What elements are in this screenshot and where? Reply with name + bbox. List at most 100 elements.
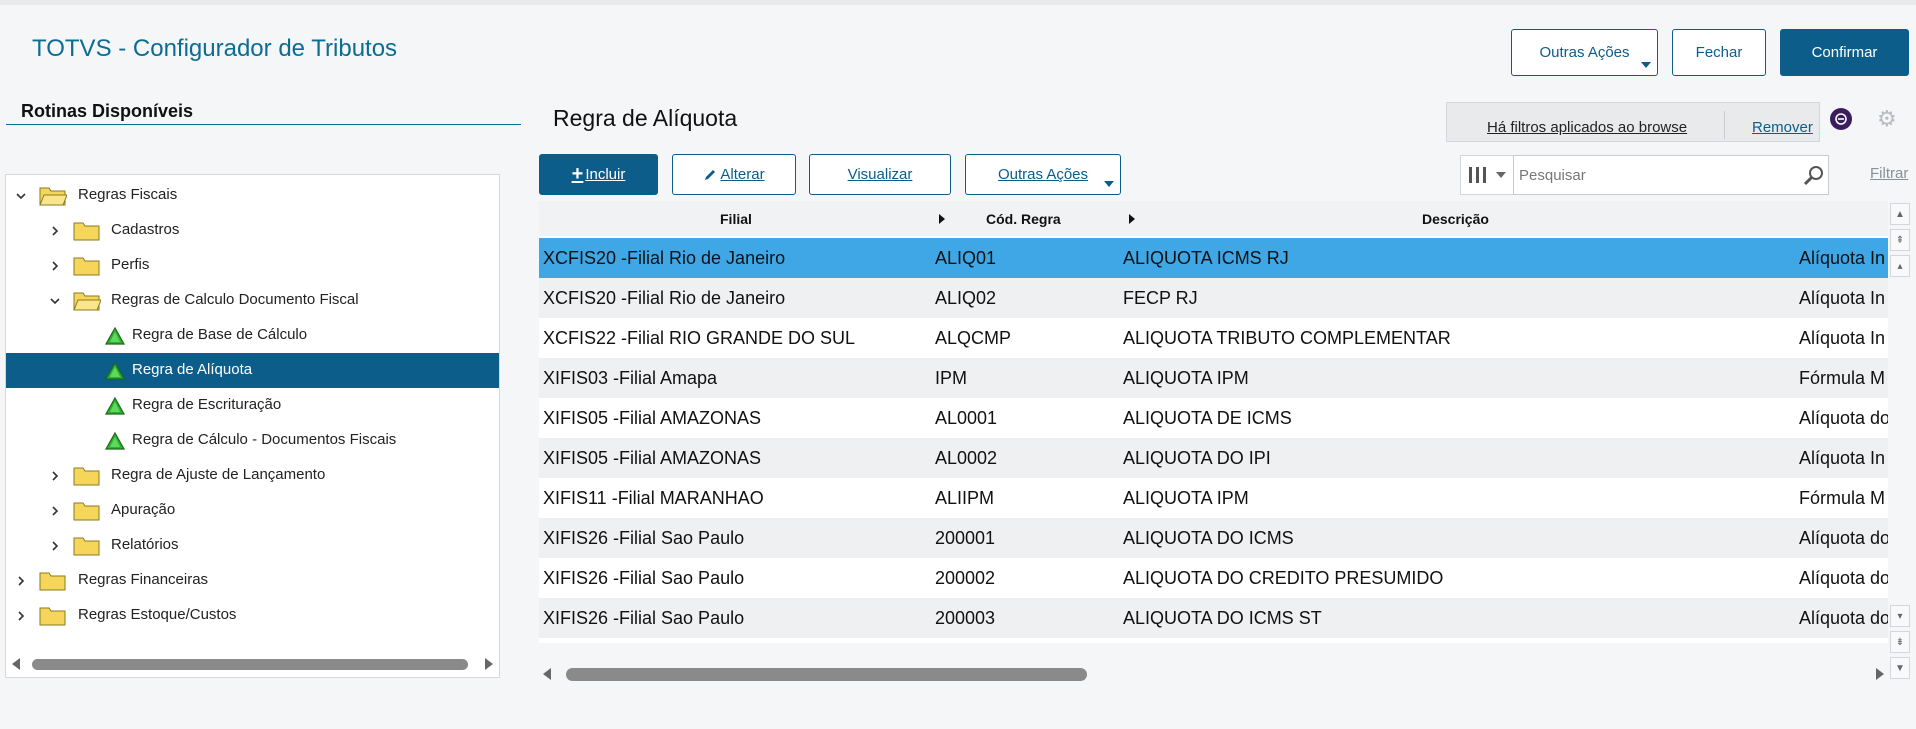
- chevron-right-icon[interactable]: [48, 504, 62, 518]
- tree-item-apuracao[interactable]: Apuração: [6, 493, 499, 528]
- tree-item-regras-calculo[interactable]: Regras de Calculo Documento Fiscal: [6, 283, 499, 318]
- green-triangle-icon: [104, 431, 126, 450]
- scroll-up-icon[interactable]: ▴: [1890, 255, 1910, 277]
- cell-filial: XIFIS11 -Filial MARANHAO: [543, 488, 764, 508]
- cell-extra: Alíquota In: [1799, 328, 1886, 348]
- table-row[interactable]: XCFIS20 -Filial Rio de Janeiro ALIQ02 FE…: [539, 278, 1888, 318]
- table-row[interactable]: XIFIS26 -Filial Sao Paulo 200001 ALIQUOT…: [539, 518, 1888, 558]
- scroll-page-up-icon[interactable]: ⇞: [1890, 229, 1910, 251]
- table-row[interactable]: XIFIS26 -Filial Sao Paulo 200002 ALIQUOT…: [539, 558, 1888, 598]
- columns-icon-bar: [1482, 167, 1486, 183]
- tree-item-regra-ajuste[interactable]: Regra de Ajuste de Lançamento: [6, 458, 499, 493]
- remove-filter-link[interactable]: Remover: [1752, 119, 1813, 136]
- chevron-right-icon[interactable]: [14, 574, 28, 588]
- chevron-down-icon: [1495, 172, 1506, 178]
- tree-item-label: Apuração: [111, 501, 176, 518]
- columns-icon: [1468, 167, 1472, 183]
- tree-item-regra-calculo-docs[interactable]: Regra de Cálculo - Documentos Fiscais: [6, 423, 499, 458]
- tree-item-label: Regras Estoque/Custos: [78, 606, 237, 623]
- tree-item-label: Regra de Base de Cálculo: [132, 326, 308, 343]
- table-row[interactable]: XIFIS26 -Filial Sao Paulo 200003 ALIQUOT…: [539, 598, 1888, 638]
- cell-descricao: ALIQUOTA DO ICMS: [1123, 528, 1294, 548]
- search-icon[interactable]: [1802, 163, 1826, 187]
- scroll-page-down-icon[interactable]: ⇟: [1890, 631, 1910, 653]
- header-outras-acoes-button[interactable]: Outras Ações: [1511, 29, 1658, 76]
- fechar-button[interactable]: Fechar: [1672, 29, 1766, 76]
- cell-cod-regra: 200003: [935, 608, 996, 628]
- folder-open-icon: [73, 292, 101, 311]
- dropdown-arrow-icon: [1641, 62, 1651, 68]
- grid-vertical-scrollbar[interactable]: ▲ ⇞ ▴ ▾ ⇟ ▼: [1888, 201, 1912, 682]
- cell-filial: XCFIS22 -Filial RIO GRANDE DO SUL: [543, 328, 856, 348]
- chevron-right-icon[interactable]: [48, 539, 62, 553]
- tree-item-perfis[interactable]: Perfis: [6, 248, 499, 283]
- folder-icon: [73, 222, 100, 241]
- outras-acoes-button[interactable]: Outras Ações: [965, 154, 1121, 195]
- folder-icon: [39, 572, 66, 591]
- cell-descricao: ALIQUOTA DO IPI: [1123, 448, 1271, 468]
- column-header-filial[interactable]: Filial: [720, 211, 752, 227]
- scroll-thumb[interactable]: [32, 659, 468, 670]
- tree-item-regra-aliquota[interactable]: Regra de Alíquota: [6, 353, 499, 388]
- confirmar-button[interactable]: Confirmar: [1780, 29, 1909, 76]
- cell-descricao: ALIQUOTA DO CREDITO PRESUMIDO: [1123, 568, 1444, 588]
- green-triangle-icon: [104, 396, 126, 415]
- chevron-down-icon[interactable]: [14, 189, 28, 203]
- table-row[interactable]: XCFIS22 -Filial RIO GRANDE DO SUL ALQCMP…: [539, 318, 1888, 358]
- scroll-right-icon[interactable]: [1876, 668, 1884, 680]
- tree-item-label: Regras Fiscais: [78, 186, 178, 203]
- chevron-right-icon[interactable]: [48, 469, 62, 483]
- table-row[interactable]: XIFIS03 -Filial Amapa IPM ALIQUOTA IPM F…: [539, 358, 1888, 398]
- filtrar-link[interactable]: Filtrar: [1870, 165, 1908, 182]
- folder-icon: [73, 467, 100, 486]
- green-triangle-icon: [104, 361, 126, 380]
- column-selector-button[interactable]: [1460, 155, 1514, 195]
- incluir-button[interactable]: + Incluir: [539, 154, 658, 195]
- chevron-right-icon[interactable]: [48, 259, 62, 273]
- gear-icon[interactable]: ⚙: [1877, 108, 1897, 130]
- column-header-descricao[interactable]: Descrição: [1422, 211, 1489, 227]
- chevron-down-icon[interactable]: [48, 294, 62, 308]
- visualizar-button[interactable]: Visualizar: [809, 154, 951, 195]
- tree-item-label: Regra de Cálculo - Documentos Fiscais: [132, 431, 397, 448]
- table-row[interactable]: XIFIS11 -Filial MARANHAO ALIIPM ALIQUOTA…: [539, 478, 1888, 518]
- scroll-thumb[interactable]: [566, 668, 1087, 681]
- alterar-button[interactable]: Alterar: [672, 154, 796, 195]
- data-grid: Filial Cód. Regra Descrição XCFIS20 -Fil…: [539, 201, 1888, 643]
- cell-filial: XIFIS26 -Filial Sao Paulo: [543, 568, 745, 588]
- tree-item-regra-base-calculo[interactable]: Regra de Base de Cálculo: [6, 318, 499, 353]
- table-row[interactable]: XIFIS05 -Filial AMAZONAS AL0002 ALIQUOTA…: [539, 438, 1888, 478]
- search-input[interactable]: [1513, 155, 1829, 195]
- column-header-cod-regra[interactable]: Cód. Regra: [986, 211, 1061, 227]
- scroll-down-icon[interactable]: ▾: [1890, 605, 1910, 627]
- app-window: TOTVS - Configurador de Tributos Outras …: [0, 0, 1916, 729]
- grid-horizontal-scrollbar[interactable]: [541, 663, 1886, 685]
- cell-descricao: ALIQUOTA DE ICMS: [1123, 408, 1292, 428]
- table-row[interactable]: XCFIS20 -Filial Rio de Janeiro ALIQ01 AL…: [539, 238, 1888, 278]
- cell-descricao: ALIQUOTA ICMS RJ: [1123, 248, 1289, 268]
- tree-item-regras-financeiras[interactable]: Regras Financeiras: [6, 563, 499, 598]
- scroll-right-icon[interactable]: [485, 658, 493, 670]
- scroll-left-icon[interactable]: [543, 668, 551, 680]
- tree-horizontal-scrollbar[interactable]: [10, 653, 495, 675]
- scroll-bottom-icon[interactable]: ▼: [1890, 657, 1910, 679]
- tree-item-regras-fiscais[interactable]: Regras Fiscais: [6, 178, 499, 213]
- scroll-left-icon[interactable]: [12, 658, 20, 670]
- tree-item-regras-estoque[interactable]: Regras Estoque/Custos: [6, 598, 499, 633]
- chevron-right-icon[interactable]: [14, 609, 28, 623]
- cell-filial: XIFIS26 -Filial Sao Paulo: [543, 608, 745, 628]
- chevron-right-icon[interactable]: [48, 224, 62, 238]
- dropdown-arrow-icon: [1104, 181, 1114, 187]
- sort-arrow-icon[interactable]: [939, 214, 945, 224]
- tree-item-regra-escrituracao[interactable]: Regra de Escrituração: [6, 388, 499, 423]
- header-outras-acoes-label: Outras Ações: [1539, 44, 1630, 61]
- scroll-top-icon[interactable]: ▲: [1890, 203, 1910, 225]
- folder-icon: [39, 607, 66, 626]
- cell-descricao: ALIQUOTA IPM: [1123, 368, 1249, 388]
- tree-item-cadastros[interactable]: Cadastros: [6, 213, 499, 248]
- sort-arrow-icon[interactable]: [1129, 214, 1135, 224]
- tree-item-relatorios[interactable]: Relatórios: [6, 528, 499, 563]
- assistant-icon[interactable]: [1830, 108, 1852, 130]
- filter-applied-link[interactable]: Há filtros aplicados ao browse: [1487, 119, 1687, 136]
- table-row[interactable]: XIFIS05 -Filial AMAZONAS AL0001 ALIQUOTA…: [539, 398, 1888, 438]
